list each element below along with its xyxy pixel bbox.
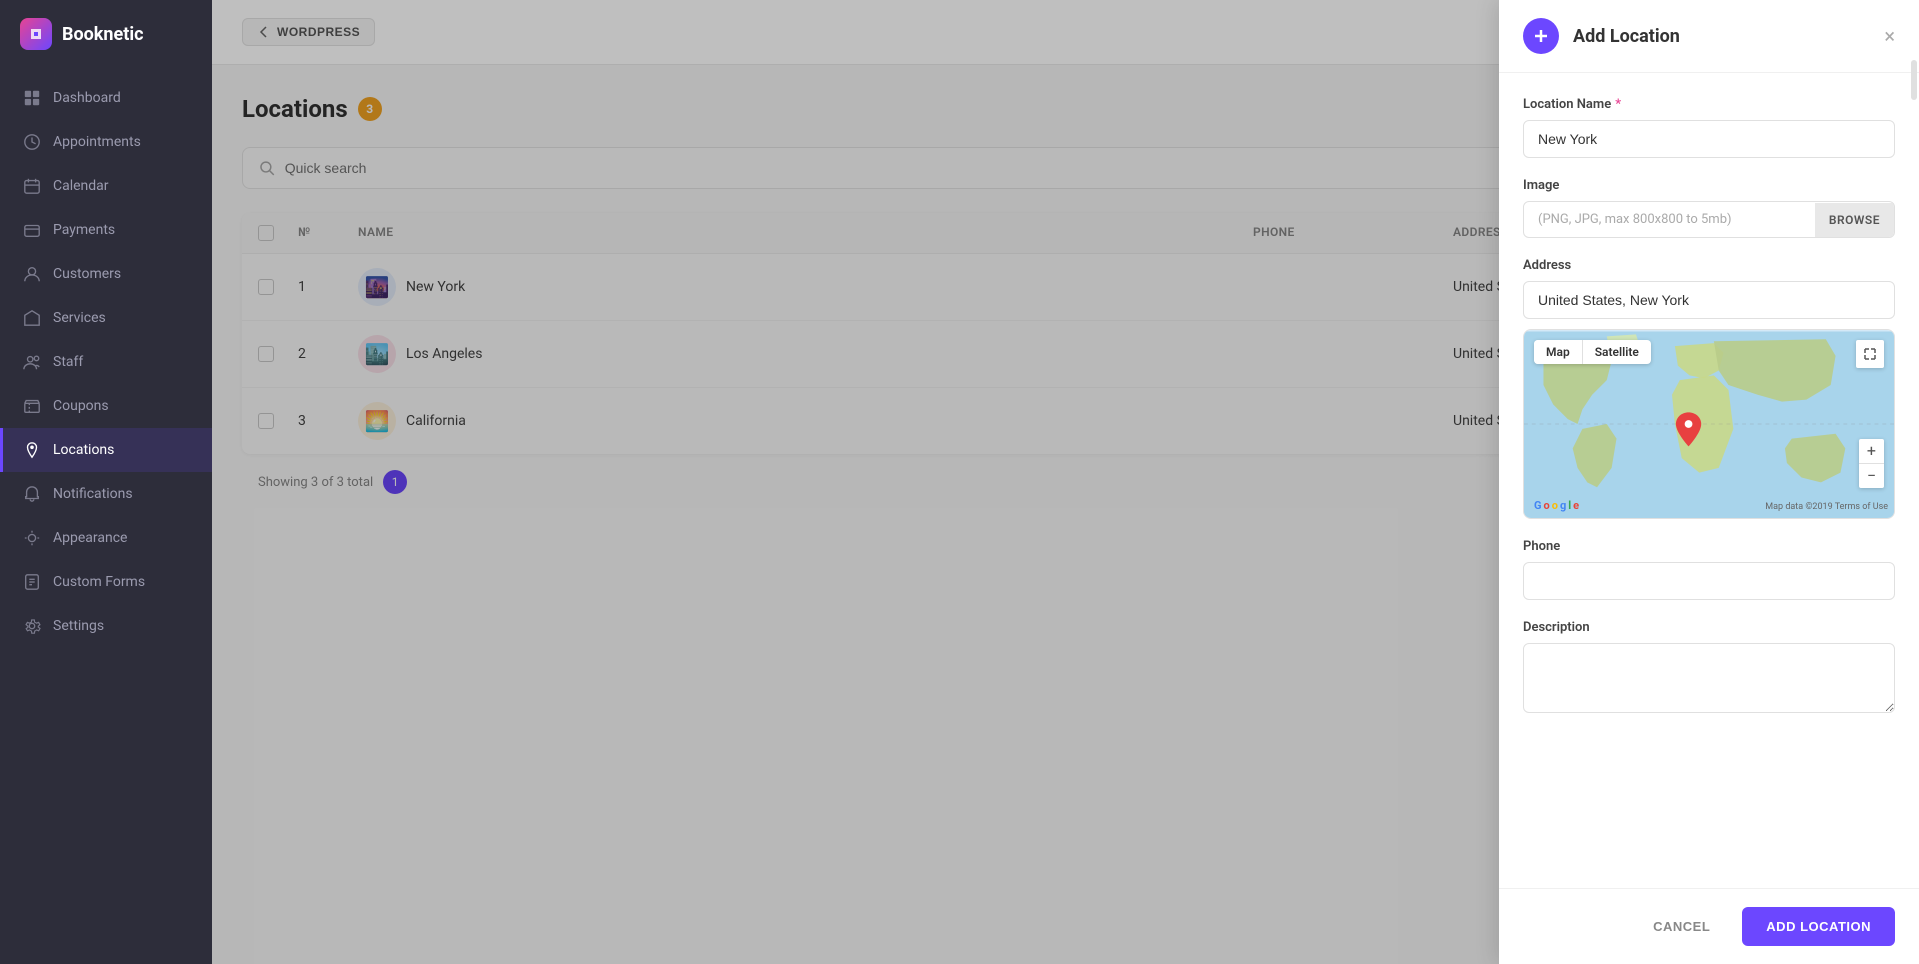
settings-icon <box>23 617 41 635</box>
google-logo: Google <box>1534 499 1579 512</box>
dashboard-icon <box>23 89 41 107</box>
sidebar-label-locations: Locations <box>53 442 114 458</box>
sidebar-item-notifications[interactable]: Notifications <box>0 472 212 516</box>
description-label: Description <box>1523 620 1895 635</box>
locations-icon <box>23 441 41 459</box>
map-expand-button[interactable] <box>1856 340 1884 368</box>
panel-close-button[interactable]: × <box>1884 26 1895 46</box>
sidebar-label-dashboard: Dashboard <box>53 90 121 106</box>
customers-icon <box>23 265 41 283</box>
required-star: * <box>1615 97 1621 112</box>
notifications-icon <box>23 485 41 503</box>
map-zoom-controls: + − <box>1859 439 1884 488</box>
payments-icon <box>23 221 41 239</box>
sidebar-item-settings[interactable]: Settings <box>0 604 212 648</box>
sidebar-item-appointments[interactable]: Appointments <box>0 120 212 164</box>
cancel-button[interactable]: CANCEL <box>1633 907 1730 946</box>
scrollbar <box>1911 60 1917 100</box>
sidebar-label-appearance: Appearance <box>53 530 127 546</box>
map-tabs: Map Satellite <box>1534 340 1651 364</box>
image-group: Image (PNG, JPG, max 800x800 to 5mb) BRO… <box>1523 178 1895 238</box>
description-input[interactable] <box>1523 643 1895 713</box>
browse-button[interactable]: BROWSE <box>1815 203 1894 237</box>
sidebar-item-staff[interactable]: Staff <box>0 340 212 384</box>
sidebar-item-payments[interactable]: Payments <box>0 208 212 252</box>
map-container: Map Satellite + − <box>1523 329 1895 519</box>
sidebar-item-locations[interactable]: Locations <box>0 428 212 472</box>
sidebar-item-customers[interactable]: Customers <box>0 252 212 296</box>
expand-icon <box>1864 348 1876 360</box>
logo: Booknetic <box>0 0 212 68</box>
add-location-panel: Add Location × Location Name * Image (PN… <box>1499 0 1919 964</box>
address-group: Address <box>1523 258 1895 519</box>
sidebar-item-services[interactable]: Services <box>0 296 212 340</box>
calendar-icon <box>23 177 41 195</box>
sidebar-item-custom-forms[interactable]: Custom Forms <box>0 560 212 604</box>
zoom-in-button[interactable]: + <box>1859 439 1884 464</box>
main-content: WORDPRESS Add Location Locations 3 № NAM… <box>212 0 1919 964</box>
map-background: Map Satellite + − <box>1524 330 1894 518</box>
logo-text: Booknetic <box>62 24 143 45</box>
logo-icon <box>20 18 52 50</box>
appearance-icon <box>23 529 41 547</box>
add-location-button[interactable]: ADD LOCATION <box>1742 907 1895 946</box>
sidebar-item-calendar[interactable]: Calendar <box>0 164 212 208</box>
location-name-group: Location Name * <box>1523 97 1895 158</box>
zoom-out-button[interactable]: − <box>1859 464 1884 488</box>
services-icon <box>23 309 41 327</box>
sidebar: Booknetic Dashboard Appointments Calenda… <box>0 0 212 964</box>
custom-forms-icon <box>23 573 41 591</box>
map-tab-satellite[interactable]: Satellite <box>1583 340 1651 364</box>
image-placeholder: (PNG, JPG, max 800x800 to 5mb) <box>1524 202 1815 237</box>
panel-header: Add Location × <box>1499 0 1919 73</box>
address-input[interactable] <box>1523 281 1895 319</box>
panel-body: Location Name * Image (PNG, JPG, max 800… <box>1499 73 1919 888</box>
sidebar-label-settings: Settings <box>53 618 104 634</box>
sidebar-label-calendar: Calendar <box>53 178 109 194</box>
location-name-input[interactable] <box>1523 120 1895 158</box>
appointments-icon <box>23 133 41 151</box>
sidebar-label-notifications: Notifications <box>53 486 133 502</box>
panel-footer: CANCEL ADD LOCATION <box>1499 888 1919 964</box>
sidebar-item-coupons[interactable]: Coupons <box>0 384 212 428</box>
panel-icon <box>1523 18 1559 54</box>
phone-label: Phone <box>1523 539 1895 554</box>
map-tab-map[interactable]: Map <box>1534 340 1583 364</box>
sidebar-label-customers: Customers <box>53 266 121 282</box>
sidebar-label-payments: Payments <box>53 222 115 238</box>
sidebar-item-dashboard[interactable]: Dashboard <box>0 76 212 120</box>
sidebar-label-coupons: Coupons <box>53 398 109 414</box>
sidebar-label-appointments: Appointments <box>53 134 141 150</box>
panel-title: Add Location <box>1573 26 1870 47</box>
description-group: Description <box>1523 620 1895 717</box>
sidebar-item-appearance[interactable]: Appearance <box>0 516 212 560</box>
image-label: Image <box>1523 178 1895 193</box>
image-upload: (PNG, JPG, max 800x800 to 5mb) BROWSE <box>1523 201 1895 238</box>
location-name-label: Location Name * <box>1523 97 1895 112</box>
plus-panel-icon <box>1533 28 1549 44</box>
sidebar-label-custom-forms: Custom Forms <box>53 574 145 590</box>
map-attribution: Map data ©2019 Terms of Use <box>1765 502 1888 512</box>
phone-group: Phone <box>1523 539 1895 600</box>
sidebar-label-services: Services <box>53 310 106 326</box>
staff-icon <box>23 353 41 371</box>
coupons-icon <box>23 397 41 415</box>
phone-input[interactable] <box>1523 562 1895 600</box>
address-label: Address <box>1523 258 1895 273</box>
sidebar-nav: Dashboard Appointments Calendar Payments… <box>0 68 212 964</box>
sidebar-label-staff: Staff <box>53 354 83 370</box>
